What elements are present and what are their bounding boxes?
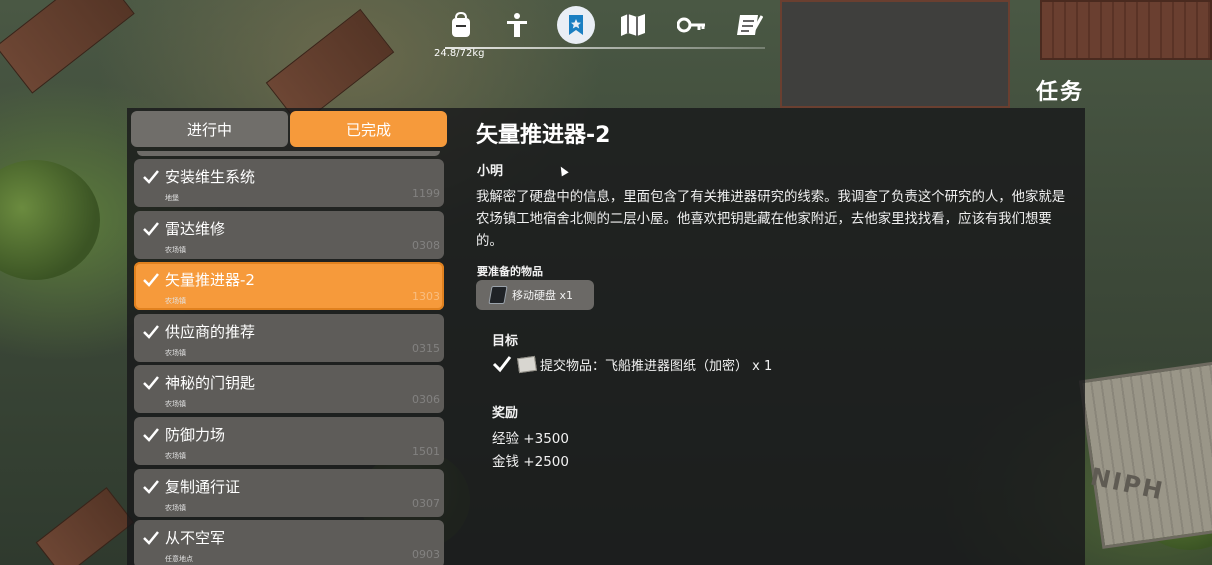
quest-location: 农场镇 <box>165 400 186 409</box>
quest-number: 1199 <box>412 187 440 200</box>
required-item-text: 移动硬盘 x1 <box>512 289 574 302</box>
blueprint-icon <box>517 355 537 373</box>
carry-weight: 24.8/72kg <box>434 48 485 59</box>
backpack-icon[interactable] <box>442 6 480 44</box>
quest-speaker: 小明 <box>477 164 504 179</box>
check-icon <box>143 531 159 546</box>
quest-title: 从不空军 <box>165 529 226 548</box>
quest-icon[interactable] <box>557 6 595 44</box>
quest-title: 雷达维修 <box>165 219 226 238</box>
quest-number: 0903 <box>412 548 440 562</box>
list-scroll-edge <box>137 151 440 156</box>
quest-title: 防御力场 <box>165 425 226 444</box>
check-icon <box>143 428 159 442</box>
quest-item[interactable]: 神秘的门钥匙 农场镇 0306 <box>134 365 444 414</box>
check-icon <box>143 170 159 184</box>
quest-item[interactable]: 雷达维修 农场镇 0308 <box>134 210 444 259</box>
check-icon <box>143 221 159 236</box>
quest-location: 农场镇 <box>165 297 186 306</box>
check-icon <box>492 356 512 373</box>
quest-item[interactable]: 供应商的推荐 农场镇 0315 <box>134 313 444 362</box>
reward-money: 金钱 +2500 <box>492 454 569 470</box>
key-icon[interactable] <box>673 6 711 44</box>
character-icon[interactable] <box>498 6 536 44</box>
required-item-chip[interactable]: 移动硬盘 x1 <box>476 280 594 310</box>
quest-title: 神秘的门钥匙 <box>165 374 256 393</box>
quest-number: 0308 <box>412 238 440 252</box>
quest-detail-title: 矢量推进器-2 <box>476 123 611 148</box>
quest-item[interactable]: 复制通行证 农场镇 0307 <box>134 468 444 517</box>
reward-label: 奖励 <box>492 406 519 421</box>
quest-title: 矢量推进器-2 <box>165 271 255 290</box>
required-items-label: 要准备的物品 <box>477 265 543 278</box>
hard-drive-icon <box>488 286 508 304</box>
quest-location: 农场镇 <box>165 503 186 512</box>
quest-item[interactable]: 防御力场 农场镇 1501 <box>134 416 444 465</box>
quest-location: 地堡 <box>165 194 179 202</box>
building-roof <box>780 0 1010 108</box>
notes-icon[interactable] <box>730 6 768 44</box>
tab-in-progress[interactable]: 进行中 <box>131 111 288 147</box>
quest-list: 安装维生系统 地堡 1199 雷达维修 农场镇 0308 矢量推进器-2 农场镇… <box>134 159 444 565</box>
quest-location: 农场镇 <box>165 451 186 460</box>
goal-text: 提交物品：飞船推进器图纸（加密） x 1 <box>540 358 773 374</box>
quest-location: 农场镇 <box>165 348 186 357</box>
top-nav-bar <box>440 6 770 49</box>
quest-number: 1303 <box>412 290 440 304</box>
goal-row: 提交物品：飞船推进器图纸（加密） x 1 <box>492 354 772 374</box>
reward-exp: 经验 +3500 <box>492 431 569 447</box>
quest-location: 农场镇 <box>165 245 186 254</box>
map-icon[interactable] <box>614 6 652 44</box>
tab-completed[interactable]: 已完成 <box>290 111 447 147</box>
check-icon <box>143 324 159 339</box>
quest-title: 复制通行证 <box>165 477 241 496</box>
nav-underline <box>445 47 765 49</box>
quest-number: 0315 <box>412 341 440 355</box>
quest-number: 1501 <box>412 444 440 458</box>
cargo-crate <box>1078 361 1212 549</box>
quest-title: 供应商的推荐 <box>165 322 256 341</box>
check-icon <box>143 479 159 494</box>
check-icon <box>143 376 159 391</box>
check-icon <box>143 273 159 288</box>
goal-label: 目标 <box>492 334 519 349</box>
quest-title: 安装维生系统 <box>165 168 256 186</box>
quest-item[interactable]: 从不空军 任意地点 0903 <box>134 520 444 565</box>
quest-location: 任意地点 <box>165 555 193 564</box>
fence <box>1040 0 1212 60</box>
quest-item-selected[interactable]: 矢量推进器-2 农场镇 1303 <box>134 262 444 311</box>
page-title: 任务 <box>1035 80 1084 105</box>
quest-item[interactable]: 安装维生系统 地堡 1199 <box>134 159 444 207</box>
quest-number: 0307 <box>412 496 440 510</box>
quest-description: 我解密了硬盘中的信息，里面包含了有关推进器研究的线索。我调查了负责这个研究的人，… <box>476 190 1066 249</box>
quest-number: 0306 <box>412 393 440 407</box>
